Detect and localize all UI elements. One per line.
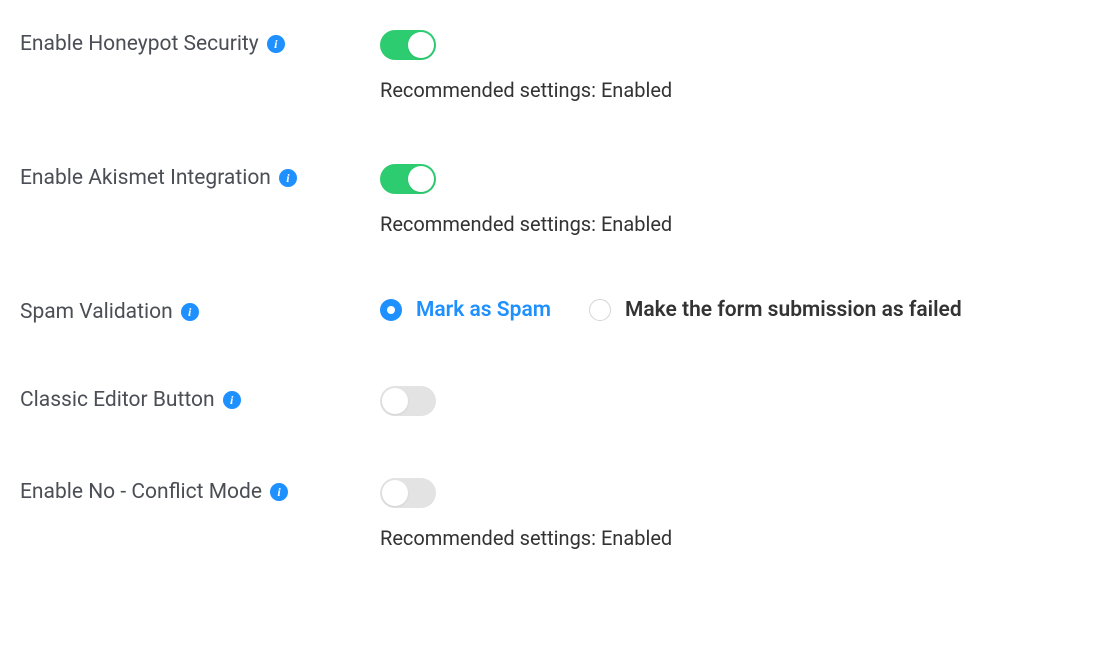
- control-col: Recommended settings: Enabled: [380, 478, 1096, 550]
- setting-row-no-conflict: Enable No - Conflict Mode i Recommended …: [20, 478, 1096, 550]
- setting-row-honeypot: Enable Honeypot Security i Recommended s…: [20, 30, 1096, 102]
- classic-editor-label: Classic Editor Button: [20, 388, 215, 412]
- label-col: Enable Akismet Integration i: [20, 164, 380, 190]
- toggle-knob: [408, 32, 434, 58]
- spam-validation-label: Spam Validation: [20, 300, 173, 324]
- radio-label-mark-spam: Mark as Spam: [416, 298, 551, 322]
- radio-option-mark-spam[interactable]: Mark as Spam: [380, 298, 551, 322]
- setting-row-spam-validation: Spam Validation i Mark as Spam Make the …: [20, 298, 1096, 324]
- akismet-label: Enable Akismet Integration: [20, 166, 271, 190]
- classic-editor-toggle[interactable]: [380, 386, 436, 416]
- no-conflict-toggle[interactable]: [380, 478, 436, 508]
- label-col: Classic Editor Button i: [20, 386, 380, 412]
- radio-selected-icon: [380, 299, 402, 321]
- info-icon[interactable]: i: [270, 483, 288, 501]
- no-conflict-helper: Recommended settings: Enabled: [380, 526, 1096, 550]
- info-icon[interactable]: i: [279, 169, 297, 187]
- label-col: Enable No - Conflict Mode i: [20, 478, 380, 504]
- info-icon[interactable]: i: [267, 35, 285, 53]
- setting-row-classic-editor: Classic Editor Button i: [20, 386, 1096, 416]
- control-col: Recommended settings: Enabled: [380, 164, 1096, 236]
- radio-option-make-failed[interactable]: Make the form submission as failed: [589, 298, 962, 322]
- akismet-helper: Recommended settings: Enabled: [380, 212, 1096, 236]
- radio-label-make-failed: Make the form submission as failed: [625, 298, 962, 322]
- toggle-knob: [408, 166, 434, 192]
- akismet-toggle[interactable]: [380, 164, 436, 194]
- radio-unselected-icon: [589, 299, 611, 321]
- info-icon[interactable]: i: [223, 391, 241, 409]
- no-conflict-label: Enable No - Conflict Mode: [20, 480, 262, 504]
- honeypot-label: Enable Honeypot Security: [20, 32, 259, 56]
- toggle-knob: [382, 480, 408, 506]
- info-icon[interactable]: i: [181, 303, 199, 321]
- honeypot-helper: Recommended settings: Enabled: [380, 78, 1096, 102]
- setting-row-akismet: Enable Akismet Integration i Recommended…: [20, 164, 1096, 236]
- control-col: Mark as Spam Make the form submission as…: [380, 298, 1096, 322]
- spam-radio-group: Mark as Spam Make the form submission as…: [380, 298, 1096, 322]
- toggle-knob: [382, 388, 408, 414]
- label-col: Enable Honeypot Security i: [20, 30, 380, 56]
- honeypot-toggle[interactable]: [380, 30, 436, 60]
- control-col: [380, 386, 1096, 416]
- control-col: Recommended settings: Enabled: [380, 30, 1096, 102]
- label-col: Spam Validation i: [20, 298, 380, 324]
